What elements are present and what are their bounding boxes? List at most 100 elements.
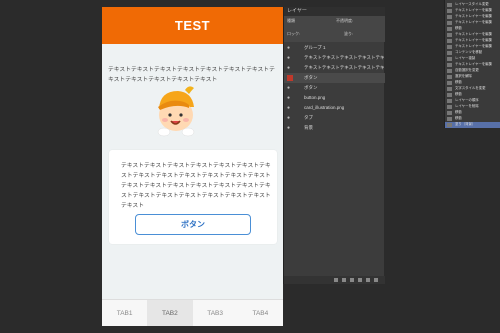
history-step-icon <box>447 87 452 91</box>
history-item-label: 自動選択を変更 <box>455 68 479 72</box>
history-item[interactable]: テキストレイヤーを編集 <box>445 20 500 26</box>
history-item[interactable]: テキストレイヤーを編集 <box>445 32 500 38</box>
layer-name: card_illustration.png <box>304 105 345 110</box>
history-item-label: テキストレイヤーを編集 <box>455 20 493 24</box>
history-step-icon <box>447 99 452 103</box>
history-step-icon <box>447 9 452 13</box>
history-item[interactable]: 選択を解除 <box>445 74 500 80</box>
trash-icon[interactable] <box>374 278 378 282</box>
history-item-selected[interactable]: 塗り（背景） <box>445 122 500 128</box>
history-item-label: テキストレイヤーを編集 <box>455 44 493 48</box>
layer-row[interactable]: ● ボタン <box>284 83 385 93</box>
fill-label[interactable]: 塗り: <box>344 31 353 37</box>
history-item[interactable]: テキストレイヤーを編集 <box>445 8 500 14</box>
layers-toolbar: 種類 不透明度: ロック: 塗り: <box>284 16 385 42</box>
link-layers-icon[interactable] <box>334 278 338 282</box>
history-item-label: 選択を解除 <box>455 74 472 78</box>
history-item[interactable]: 文字スタイルを変更 <box>445 86 500 92</box>
history-step-icon <box>447 21 452 25</box>
eye-icon[interactable]: ● <box>287 115 293 121</box>
history-item[interactable]: レイヤースタイル変更 <box>445 2 500 8</box>
filter-kind-label[interactable]: 種類 <box>287 18 295 24</box>
layer-row[interactable]: ● テキストテキストテキストテキストテキスト <box>284 63 385 73</box>
tab-3[interactable]: TAB3 <box>193 300 238 326</box>
eye-icon[interactable]: ● <box>287 105 293 111</box>
history-item[interactable]: コンテンツを移動 <box>445 50 500 56</box>
tab-1-label: TAB1 <box>116 309 133 317</box>
new-layer-icon[interactable] <box>366 278 370 282</box>
history-item-label: 文字スタイルを変更 <box>455 86 486 90</box>
history-item-label: 塗り（背景） <box>455 122 476 126</box>
layer-name: タブ <box>304 115 313 120</box>
history-step-icon <box>447 69 452 73</box>
history-item[interactable]: 移動 <box>445 80 500 86</box>
mask-icon[interactable] <box>350 278 354 282</box>
history-item-label: レイヤーを削除 <box>455 104 479 108</box>
tab-4[interactable]: TAB4 <box>238 300 283 326</box>
layer-row[interactable]: ● 背景 <box>284 123 385 133</box>
history-step-icon <box>447 51 452 55</box>
eye-icon[interactable]: ● <box>287 125 293 131</box>
card-text: テキストテキストテキストテキストテキストテキストテキストテキストテキストテキスト… <box>121 163 271 209</box>
layer-row[interactable]: ● button.png <box>284 93 385 103</box>
history-item[interactable]: テキストレイヤーを編集 <box>445 14 500 20</box>
history-item-label: テキストレイヤーを編集 <box>455 14 493 18</box>
history-item[interactable]: 移動 <box>445 26 500 32</box>
history-item[interactable]: 自動選択を変更 <box>445 68 500 74</box>
history-item[interactable]: テキストレイヤーを編集 <box>445 38 500 44</box>
history-item-label: コンテンツを移動 <box>455 50 483 54</box>
layer-name: テキストテキストテキストテキストテキスト <box>304 65 385 70</box>
history-step-icon <box>447 3 452 7</box>
history-item[interactable]: レイヤーを削除 <box>445 104 500 110</box>
character-illustration <box>157 86 195 137</box>
layer-row[interactable]: ● グループ 1 <box>284 43 385 53</box>
history-item[interactable]: 移動 <box>445 116 500 122</box>
history-step-icon <box>447 81 452 85</box>
layer-row[interactable]: ボタン <box>284 73 385 83</box>
history-item[interactable]: レイヤーの順序 <box>445 98 500 104</box>
history-item-label: レイヤースタイル変更 <box>455 2 489 6</box>
history-step-icon <box>447 123 452 127</box>
layer-name: グループ 1 <box>304 45 326 50</box>
history-item-label: 移動 <box>455 80 462 84</box>
history-step-icon <box>447 105 452 109</box>
history-item-label: 移動 <box>455 92 462 96</box>
history-step-icon <box>447 111 452 115</box>
history-item-label: テキストレイヤーを編集 <box>455 32 493 36</box>
tab-3-label: TAB3 <box>207 309 224 317</box>
layer-row[interactable]: ● テキストテキストテキストテキストテキスト <box>284 53 385 63</box>
tab-2[interactable]: TAB2 <box>147 300 193 326</box>
tab-1[interactable]: TAB1 <box>102 300 147 326</box>
history-item-label: レイヤーの順序 <box>455 98 479 102</box>
history-step-icon <box>447 63 452 67</box>
layers-panel: レイヤー 種類 不透明度: ロック: 塗り: ● グループ 1 ● テキストテキスト… <box>283 7 385 284</box>
lock-label[interactable]: ロック: <box>287 31 300 37</box>
history-step-icon <box>447 27 452 31</box>
history-item[interactable]: 移動 <box>445 92 500 98</box>
opacity-label[interactable]: 不透明度: <box>336 18 353 24</box>
history-item-label: テキストレイヤーを編集 <box>455 62 493 66</box>
layer-style-icon[interactable] <box>342 278 346 282</box>
history-item[interactable]: テキストレイヤーを編集 <box>445 62 500 68</box>
layers-panel-title: レイヤー <box>284 7 385 16</box>
history-step-icon <box>447 39 452 43</box>
history-item-label: 移動 <box>455 110 462 114</box>
primary-button[interactable]: ボタン <box>135 214 251 235</box>
layer-row[interactable]: ● タブ <box>284 113 385 123</box>
eye-icon[interactable]: ● <box>287 55 293 61</box>
content-card: テキストテキストテキストテキストテキストテキストテキストテキストテキストテキスト… <box>109 150 277 244</box>
eye-icon[interactable]: ● <box>287 95 293 101</box>
intro-text: テキストテキストテキストテキストテキストテキストテキストテキストテキストテキスト… <box>108 67 275 83</box>
history-item[interactable]: テキストレイヤーを編集 <box>445 44 500 50</box>
eye-icon[interactable]: ● <box>287 45 293 51</box>
history-item[interactable]: 移動 <box>445 110 500 116</box>
history-item-label: テキストレイヤーを編集 <box>455 8 493 12</box>
primary-button-label: ボタン <box>181 220 205 229</box>
eye-icon[interactable] <box>287 75 293 81</box>
history-item[interactable]: レイヤー複製 <box>445 56 500 62</box>
tab-2-label: TAB2 <box>161 309 178 317</box>
folder-icon[interactable] <box>358 278 362 282</box>
eye-icon[interactable]: ● <box>287 65 293 71</box>
layer-row[interactable]: ● card_illustration.png <box>284 103 385 113</box>
eye-icon[interactable]: ● <box>287 85 293 91</box>
